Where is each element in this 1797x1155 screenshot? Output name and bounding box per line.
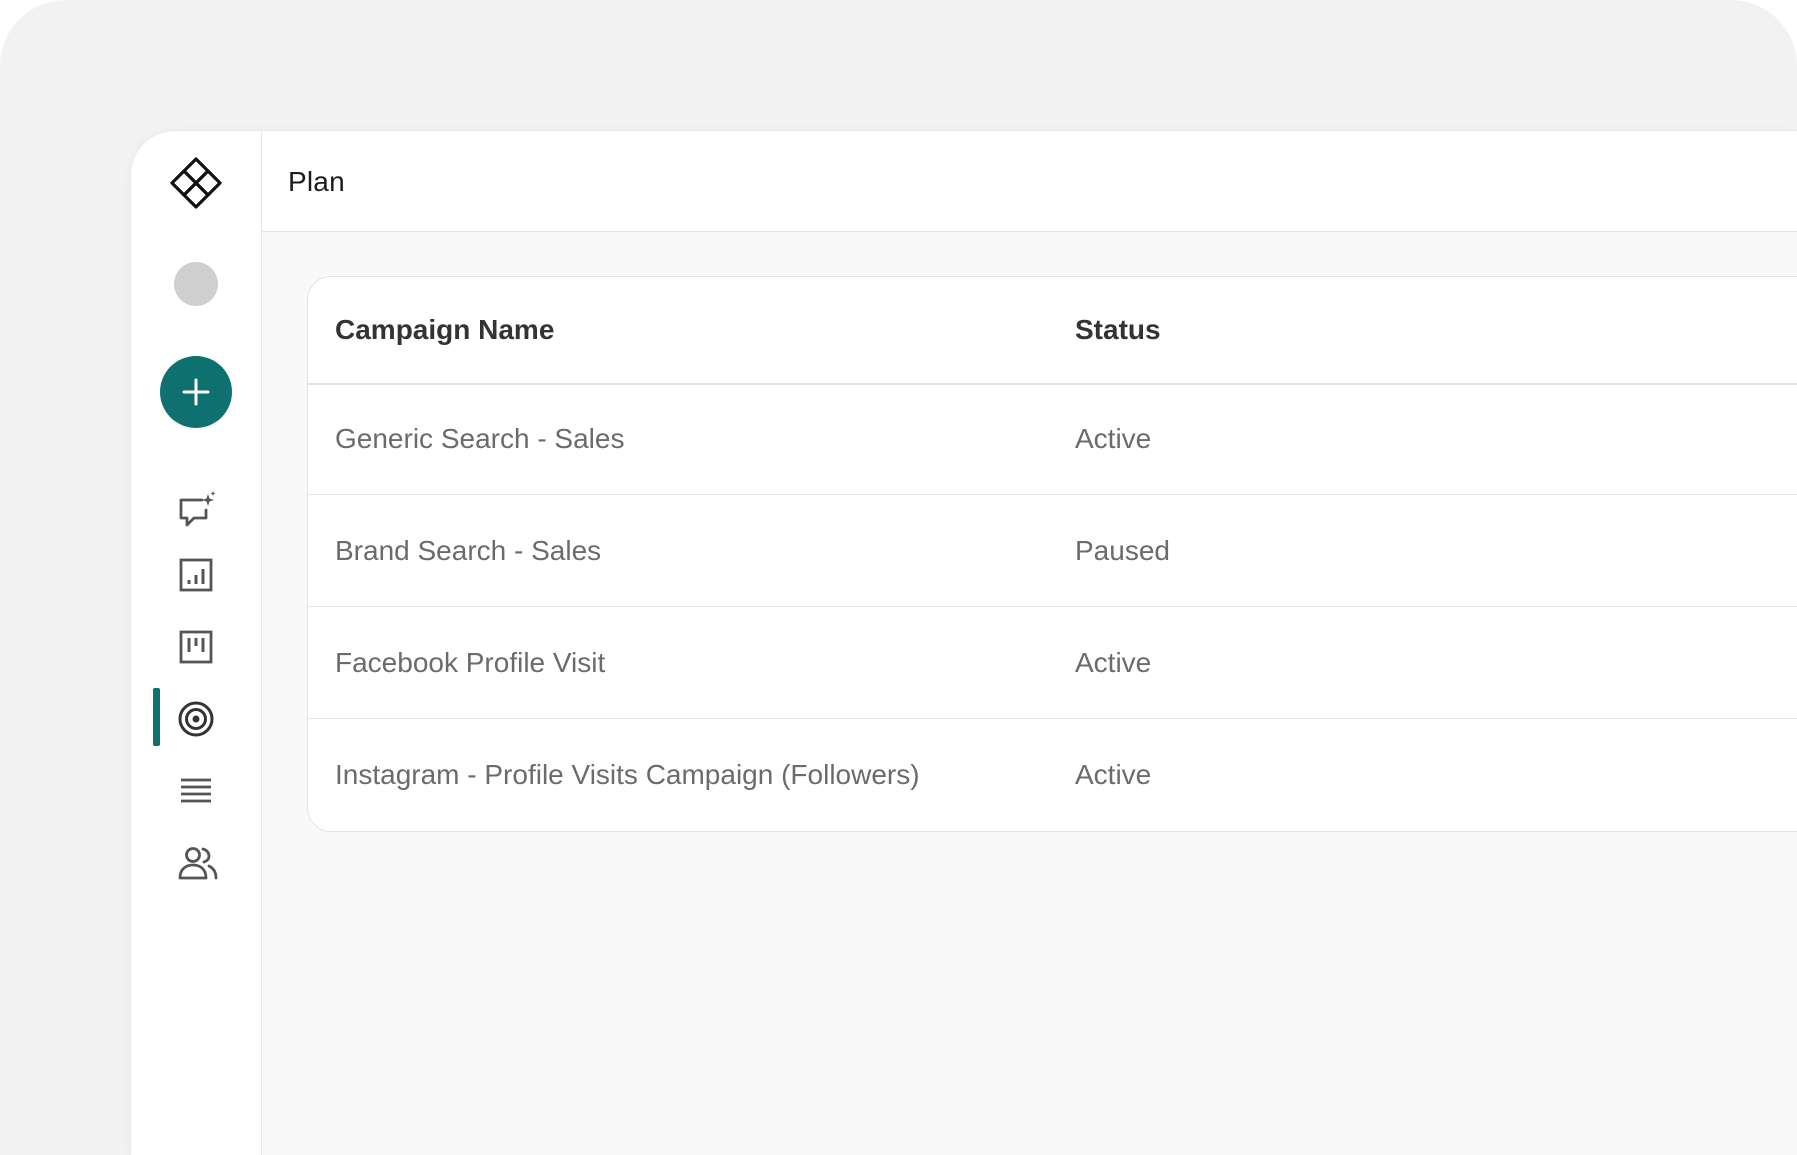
campaign-name-cell: Brand Search - Sales — [335, 534, 602, 566]
nav-item-board[interactable] — [131, 615, 261, 675]
nav-item-users[interactable] — [131, 831, 261, 891]
app-window: Plan Campaign Name Status Generic Search… — [131, 131, 1797, 1155]
chat-sparkle-icon — [179, 491, 216, 527]
column-header-status[interactable]: Status — [1075, 314, 1161, 346]
nav-item-ai-chat[interactable] — [131, 478, 261, 538]
table-row[interactable]: Generic Search - Sales Active — [308, 383, 1797, 495]
column-header-campaign-name[interactable]: Campaign Name — [335, 314, 554, 346]
campaign-name-cell: Generic Search - Sales — [335, 422, 625, 454]
board-icon — [179, 630, 213, 664]
table-row[interactable]: Brand Search - Sales Paused — [308, 495, 1797, 607]
table-row[interactable]: Facebook Profile Visit Active — [308, 607, 1797, 719]
nav-item-analytics[interactable] — [131, 543, 261, 603]
campaign-table: Campaign Name Status Generic Search - Sa… — [307, 276, 1797, 832]
table-header-row: Campaign Name Status — [308, 277, 1797, 385]
table-row[interactable]: Instagram - Profile Visits Campaign (Fol… — [308, 719, 1797, 830]
screen-background: Plan Campaign Name Status Generic Search… — [0, 0, 1797, 1155]
users-icon — [178, 847, 218, 880]
nav-item-list[interactable] — [131, 759, 261, 819]
status-cell: Active — [1075, 422, 1152, 454]
sidebar — [131, 131, 262, 1155]
bar-chart-icon — [179, 558, 213, 592]
top-bar: Plan — [262, 131, 1797, 232]
page-title: Plan — [288, 166, 345, 197]
status-cell: Active — [1075, 646, 1152, 678]
app-logo-icon[interactable] — [168, 155, 224, 211]
status-cell: Active — [1075, 758, 1152, 790]
nav-item-plan[interactable] — [131, 687, 261, 747]
status-cell: Paused — [1075, 534, 1170, 566]
list-icon — [181, 778, 211, 803]
target-icon — [178, 701, 214, 737]
campaign-name-cell: Facebook Profile Visit — [335, 646, 606, 678]
campaign-name-cell: Instagram - Profile Visits Campaign (Fol… — [335, 758, 920, 790]
plus-icon — [182, 378, 210, 406]
add-button[interactable] — [160, 356, 232, 428]
avatar[interactable] — [174, 262, 218, 306]
